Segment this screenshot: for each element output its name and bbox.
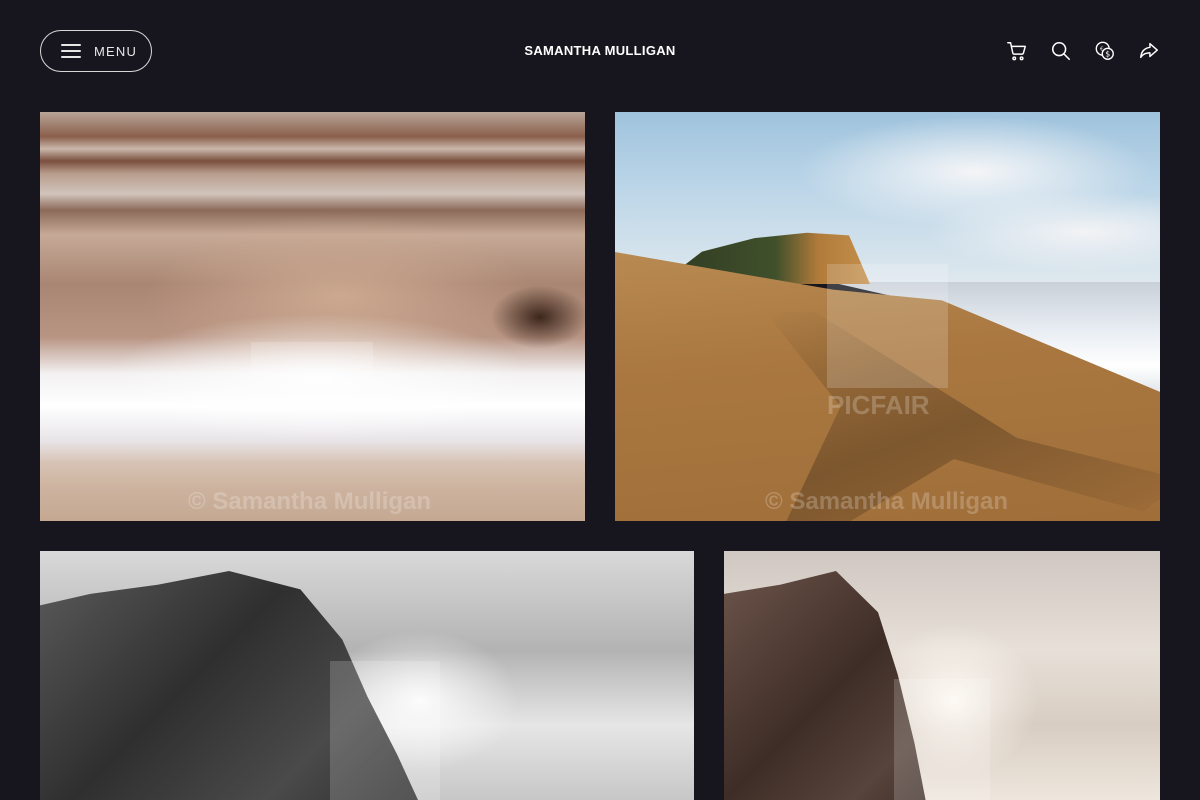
share-icon[interactable] <box>1138 39 1160 63</box>
watermark-credit: © Samantha Mulligan <box>188 488 432 515</box>
site-header: MENU SAMANTHA MULLIGAN $ € <box>0 0 1200 102</box>
watermark-brand: PICFAIR <box>827 390 930 420</box>
watermark-credit: © Samantha Mulligan <box>765 488 1009 515</box>
watermark-logo-icon <box>894 679 990 800</box>
photo-rocks-color[interactable] <box>724 551 1160 800</box>
search-icon[interactable] <box>1050 39 1072 63</box>
currency-icon[interactable]: $ € <box>1094 39 1116 63</box>
header-icons: $ € <box>1006 38 1160 64</box>
cart-icon[interactable] <box>1006 39 1028 63</box>
svg-text:€: € <box>1100 47 1104 53</box>
watermark-logo-icon <box>251 342 373 388</box>
watermark-brand: PICFAIR <box>251 390 354 420</box>
photo-crashing-wave[interactable]: PICFAIR © Samantha Mulligan <box>40 112 585 521</box>
watermark-logo-icon <box>827 264 948 388</box>
photo-rocks-black-white[interactable] <box>40 551 694 800</box>
svg-text:$: $ <box>1105 50 1110 59</box>
watermark-logo-icon <box>330 661 440 800</box>
photo-beach-cliff[interactable]: PICFAIR © Samantha Mulligan <box>615 112 1160 521</box>
